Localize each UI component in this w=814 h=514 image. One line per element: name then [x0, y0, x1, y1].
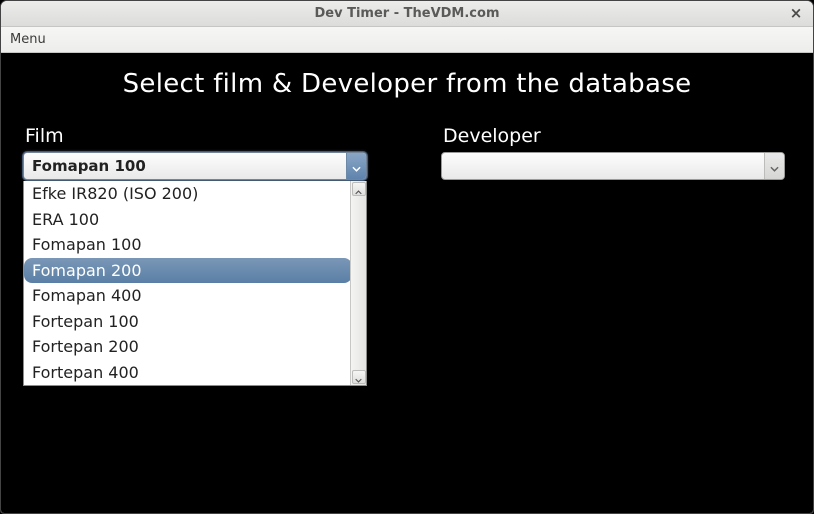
film-option[interactable]: Fortepan 100	[24, 309, 350, 335]
developer-combobox[interactable]	[441, 152, 785, 180]
film-option[interactable]: Fomapan 100	[24, 232, 350, 258]
option-label: Fortepan 100	[32, 312, 139, 331]
developer-combobox-arrow	[764, 153, 784, 179]
option-label: ERA 100	[32, 210, 99, 229]
titlebar: Dev Timer - TheVDM.com ×	[1, 1, 813, 27]
window-title: Dev Timer - TheVDM.com	[314, 6, 499, 21]
option-label: Fomapan 400	[32, 286, 142, 305]
developer-combobox-value	[442, 153, 764, 179]
film-combobox-arrow	[346, 153, 366, 179]
menu-item-label: Menu	[10, 32, 46, 47]
option-label: Fomapan 200	[32, 261, 142, 280]
film-column: Film Fomapan 100	[23, 125, 367, 180]
page-headline: Select film & Developer from the databas…	[23, 69, 791, 99]
developer-column: Developer	[441, 125, 785, 180]
film-option[interactable]: Fortepan 200	[24, 334, 350, 360]
chevron-down-icon	[355, 368, 362, 387]
film-option[interactable]: Fortepan 400	[24, 360, 350, 386]
film-option[interactable]: Efke IR820 (ISO 200)	[24, 181, 350, 207]
film-combobox-value: Fomapan 100	[24, 153, 346, 179]
chevron-down-icon	[770, 157, 779, 176]
film-option[interactable]: Fomapan 400	[24, 283, 350, 309]
film-dropdown-list: Efke IR820 (ISO 200) ERA 100 Fomapan 100…	[24, 181, 350, 385]
option-label: Fortepan 400	[32, 363, 139, 382]
film-dropdown-scrollbar[interactable]	[350, 181, 366, 385]
chevron-down-icon	[352, 157, 361, 176]
menu-item-menu[interactable]: Menu	[1, 27, 55, 52]
film-label: Film	[23, 125, 367, 147]
columns: Film Fomapan 100 Developer	[23, 125, 791, 180]
option-label: Fomapan 100	[32, 235, 142, 254]
content-area: Select film & Developer from the databas…	[1, 53, 813, 513]
close-icon: ×	[790, 6, 803, 21]
option-label: Efke IR820 (ISO 200)	[32, 184, 198, 203]
app-window: Dev Timer - TheVDM.com × Menu Select fil…	[0, 0, 814, 514]
film-combobox[interactable]: Fomapan 100	[23, 152, 367, 180]
menubar: Menu	[1, 27, 813, 53]
scroll-up-button[interactable]	[352, 182, 366, 196]
window-close-button[interactable]: ×	[787, 4, 805, 22]
film-option[interactable]: Fomapan 200	[24, 258, 352, 284]
scroll-down-button[interactable]	[352, 370, 366, 384]
option-label: Fortepan 200	[32, 337, 139, 356]
film-option[interactable]: ERA 100	[24, 207, 350, 233]
film-dropdown[interactable]: Efke IR820 (ISO 200) ERA 100 Fomapan 100…	[23, 181, 367, 386]
developer-label: Developer	[441, 125, 785, 147]
scroll-track[interactable]	[352, 196, 366, 370]
